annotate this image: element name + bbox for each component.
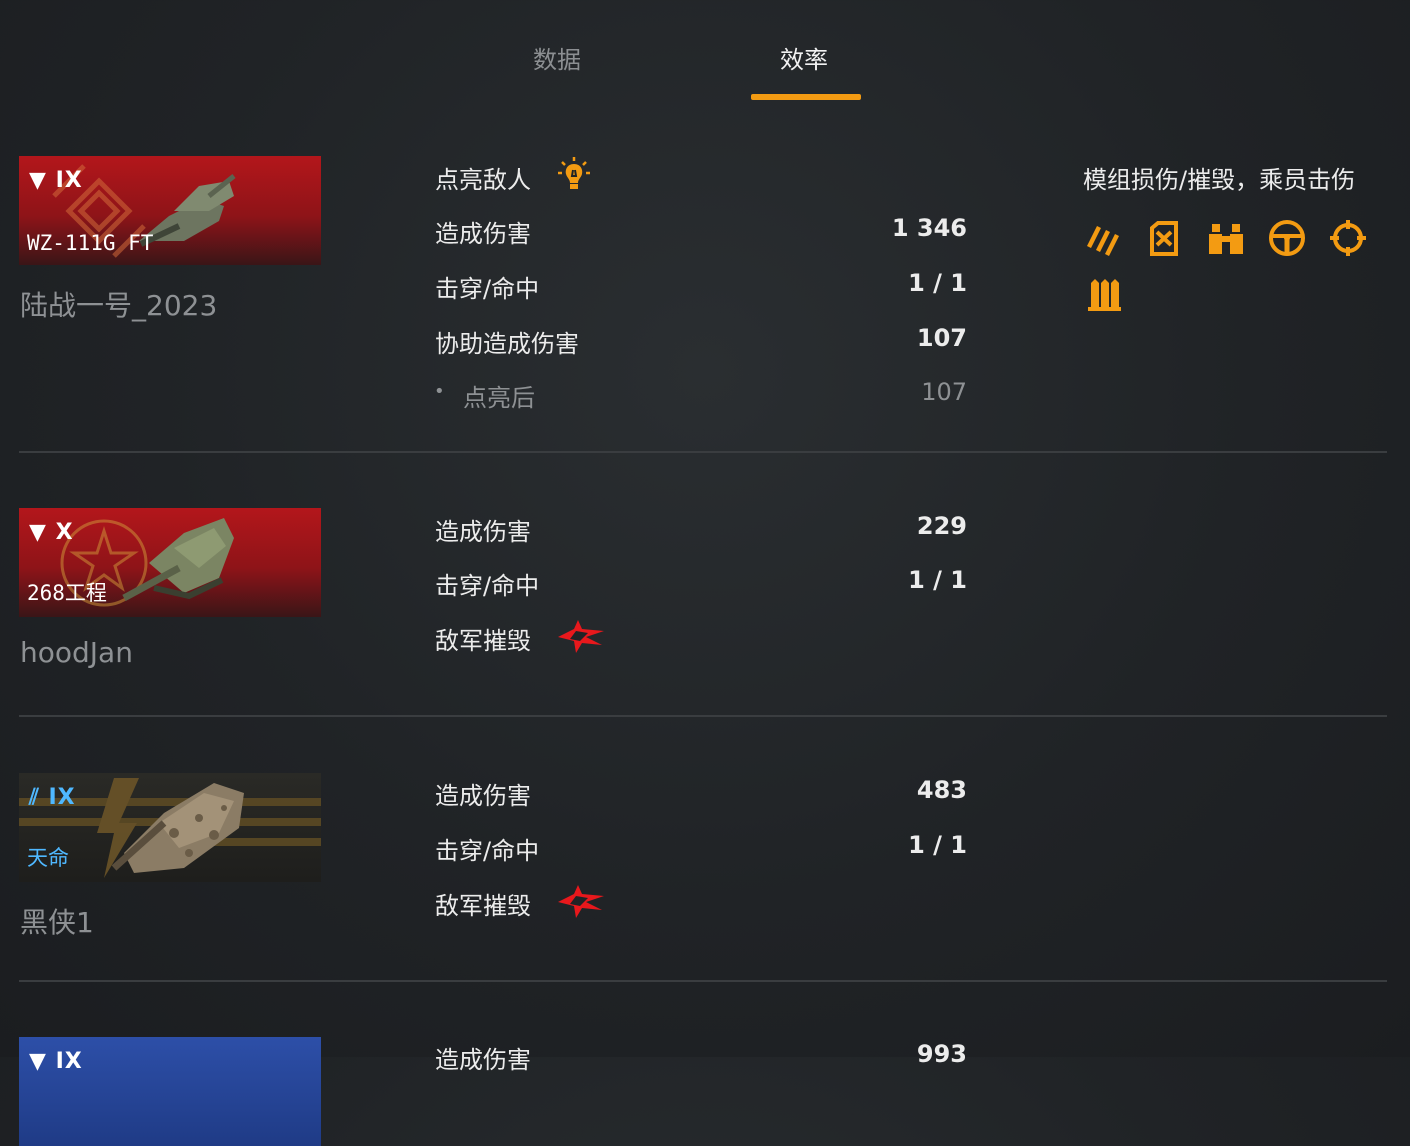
fuel-tank-icon <box>1150 221 1178 256</box>
tank-image <box>122 518 234 602</box>
criticals-title: 模组损伤/摧毁，乘员击伤 <box>1083 166 1356 194</box>
tank-image <box>111 783 244 873</box>
stat-label-assist: 协助造成伤害 <box>435 330 579 358</box>
stat-value-penetrations: 1 / 1 <box>908 831 967 859</box>
stat-label-penetrations: 击穿/命中 <box>435 572 540 600</box>
destroyed-icon <box>558 885 604 918</box>
steering-wheel-icon <box>1269 220 1305 256</box>
tank-banner: ▼ X 268工程 <box>19 508 321 617</box>
player-name[interactable]: 陆战一号_2023 <box>20 284 217 324</box>
tab-efficiency[interactable]: 效率 <box>780 40 828 75</box>
stat-value-penetrations: 1 / 1 <box>908 269 967 297</box>
stat-value-damage: 993 <box>916 1040 967 1068</box>
binoculars-icon <box>1209 224 1243 254</box>
row-divider <box>19 715 1387 717</box>
tank-tier: ▼ IX <box>29 168 83 193</box>
stat-label-penetrations: 击穿/命中 <box>435 275 540 303</box>
stat-value-damage: 1 346 <box>891 214 967 242</box>
stat-label-damage: 造成伤害 <box>435 1046 531 1074</box>
bullet-marker: • <box>434 381 445 402</box>
stat-label-kills: 敌军摧毁 <box>435 892 531 920</box>
stat-label-spotted: 点亮敌人 <box>435 166 531 194</box>
tab-stats[interactable]: 数据 <box>533 40 581 75</box>
tank-name: 268工程 <box>27 581 107 605</box>
tank-banner: ▼ IX WZ-111G FT <box>19 156 321 265</box>
tank-tier: ▼ X <box>29 520 74 545</box>
tank-tier: ⫽ IX <box>29 785 76 810</box>
stat-value-damage: 483 <box>916 776 967 804</box>
row-divider <box>19 451 1387 453</box>
stat-value-assist: 107 <box>916 324 967 352</box>
tank-tier: ▼ IX <box>29 1049 83 1074</box>
tank-name: WZ-111G FT <box>27 231 154 255</box>
stat-label-penetrations: 击穿/命中 <box>435 837 540 865</box>
lightbulb-icon <box>558 157 590 189</box>
active-tab-indicator <box>751 94 861 100</box>
gunsight-icon <box>1330 220 1366 256</box>
tank-banner: ▼ IX <box>19 1037 321 1146</box>
ammo-rack-icon <box>1088 279 1121 311</box>
stat-value-damage: 229 <box>916 512 967 540</box>
collector-icon: ⫽ <box>29 785 40 810</box>
tracks-icon <box>1087 226 1119 256</box>
player-name[interactable]: 黑侠1 <box>20 901 94 941</box>
stat-label-damage: 造成伤害 <box>435 220 531 248</box>
row-divider <box>19 980 1387 982</box>
stat-value-penetrations: 1 / 1 <box>908 566 967 594</box>
stat-label-damage: 造成伤害 <box>435 518 531 546</box>
tank-name: 天命 <box>27 846 69 870</box>
stat-value-assist-spotting: 107 <box>921 378 967 406</box>
stat-label-kills: 敌军摧毁 <box>435 627 531 655</box>
stat-label-damage: 造成伤害 <box>435 782 531 810</box>
tab-bar: 数据 效率 <box>0 0 1410 110</box>
stat-label-assist-spotting: 点亮后 <box>463 384 535 412</box>
tank-banner: ⫽ IX 天命 <box>19 773 321 882</box>
destroyed-icon <box>558 620 604 653</box>
player-name[interactable]: hoodJan <box>20 636 133 669</box>
